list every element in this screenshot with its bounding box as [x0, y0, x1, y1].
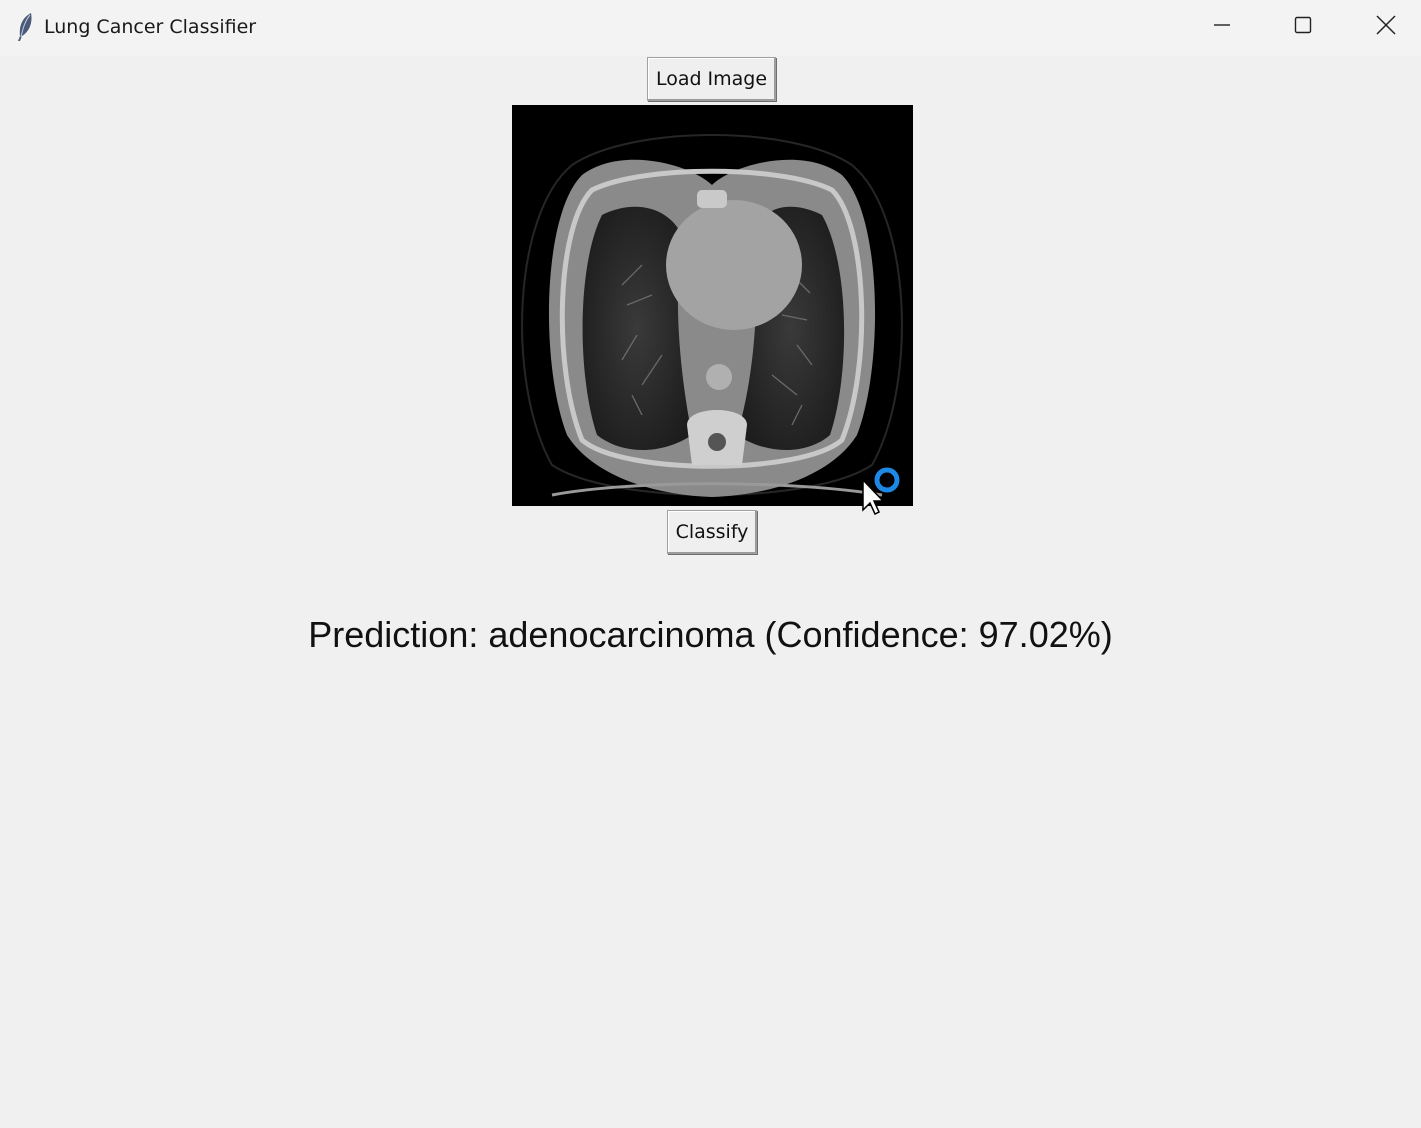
feather-icon [14, 12, 36, 42]
minimize-button[interactable] [1187, 0, 1257, 54]
classify-button[interactable]: Classify [667, 510, 757, 554]
close-icon [1375, 14, 1397, 40]
busy-cursor-icon [860, 465, 904, 516]
maximize-icon [1293, 15, 1313, 39]
load-image-button[interactable]: Load Image [647, 57, 776, 101]
close-button[interactable] [1351, 0, 1421, 54]
app-window: Lung Cancer Classifier Load Image Classi… [0, 0, 1421, 1128]
prediction-label: Prediction: adenocarcinoma (Confidence: … [308, 614, 1113, 655]
window-title: Lung Cancer Classifier [44, 16, 257, 38]
title-bar[interactable]: Lung Cancer Classifier [0, 0, 1421, 56]
minimize-icon [1212, 15, 1232, 39]
ct-scan-image [512, 105, 913, 506]
maximize-button[interactable] [1268, 0, 1338, 54]
